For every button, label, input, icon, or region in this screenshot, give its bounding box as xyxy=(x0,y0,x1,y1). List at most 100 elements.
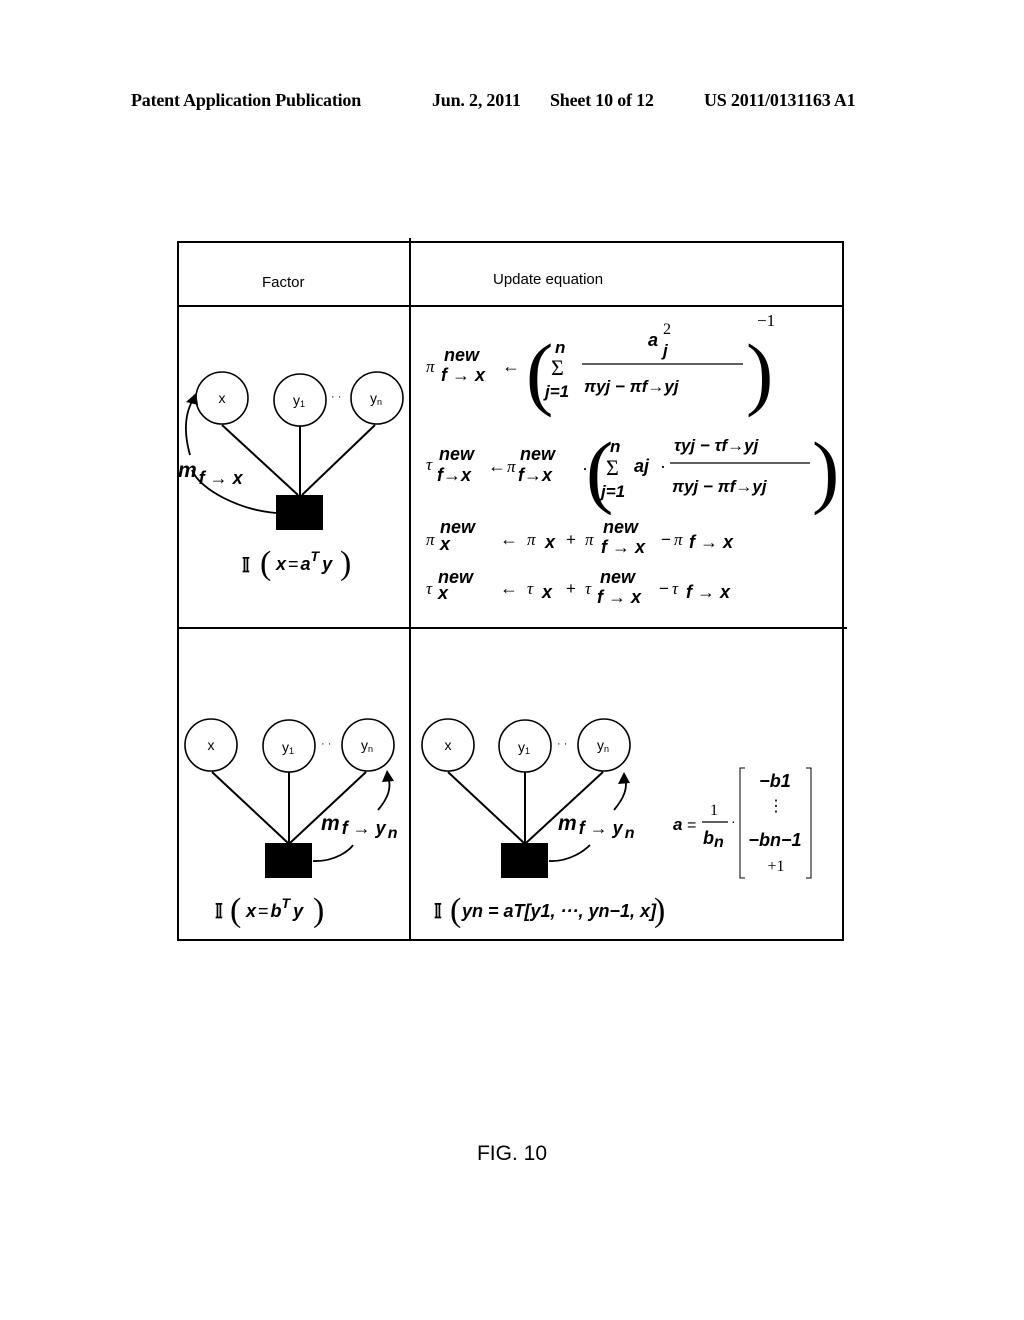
svg-text:π: π xyxy=(527,530,536,549)
svg-text:−1: −1 xyxy=(757,311,775,330)
svg-text:τ: τ xyxy=(585,579,592,598)
vector-entry: ⋮ xyxy=(768,798,784,815)
svg-text:x: x xyxy=(437,583,449,603)
svg-text:+: + xyxy=(566,530,576,549)
left-arrow-icon: ← xyxy=(502,356,520,376)
svg-text:τ: τ xyxy=(426,455,433,474)
big-paren-close: ) xyxy=(812,425,839,516)
svg-text:πyj − πf→yj: πyj − πf→yj xyxy=(672,477,768,496)
svg-text:x: x xyxy=(208,737,215,753)
update-graph-row2: x y1 yn · · mf → yn 𝕀 ( yn = aT[y1, ···,… xyxy=(421,718,665,929)
svg-text:←: ← xyxy=(500,529,518,549)
svg-text:f → x: f → x xyxy=(441,365,486,385)
svg-text:f → x: f → x xyxy=(689,532,734,552)
svg-text:j=1: j=1 xyxy=(599,482,625,501)
svg-text:f→x: f→x xyxy=(518,465,553,485)
equation-pi-x: π new x ← π x + π new f → x − π f → x xyxy=(426,517,734,557)
svg-text:πyj − πf→yj: πyj − πf→yj xyxy=(584,377,680,396)
svg-text:j: j xyxy=(661,341,669,360)
constraint-expression: x = bT y xyxy=(245,895,304,921)
sum-icon: Σ xyxy=(551,355,564,380)
svg-text:(: ( xyxy=(450,892,461,929)
svg-text:·: · xyxy=(660,456,666,476)
svg-text:f → x: f → x xyxy=(601,537,646,557)
vector-entry: −bn−1 xyxy=(748,830,801,850)
message-label: mf → yn xyxy=(558,812,635,842)
svg-text:π: π xyxy=(674,530,683,549)
svg-text:π: π xyxy=(585,530,594,549)
svg-text:x: x xyxy=(439,534,451,554)
factor-node xyxy=(265,843,312,878)
svg-text:new: new xyxy=(444,345,480,365)
equation-pi-f-to-x: π new f → x ← ( n Σ j=1 a 2 j πyj − πf→y… xyxy=(426,311,775,418)
svg-text:τyj − τf→yj: τyj − τf→yj xyxy=(674,436,760,455)
svg-text:x: x xyxy=(541,582,553,602)
svg-text:τ: τ xyxy=(672,579,679,598)
equation-tau-f-to-x: τ new f→x ← π new f→x · ( n Σ j=1 aj · τ… xyxy=(426,425,839,516)
svg-text:π: π xyxy=(426,357,435,376)
paren-close: ) xyxy=(340,545,351,582)
svg-text:2: 2 xyxy=(663,321,671,338)
message-label: mf → yn xyxy=(321,812,398,842)
svg-text:+: + xyxy=(566,579,576,598)
vector-entry: +1 xyxy=(767,858,784,875)
arrowhead-icon xyxy=(186,393,198,405)
constraint-expression: x = aT y xyxy=(275,548,333,574)
edge-yn-factor xyxy=(301,424,376,496)
factor-graph-row2: x y1 yn · · mf → yn 𝕀 ( x = bT y ) xyxy=(184,718,398,929)
svg-text:new: new xyxy=(603,517,639,537)
svg-text:←: ← xyxy=(500,578,518,598)
arrowhead-icon xyxy=(618,772,630,784)
svg-text:): ) xyxy=(313,892,324,929)
arrowhead-icon xyxy=(382,770,394,782)
figure-label: FIG. 10 xyxy=(476,1142,548,1165)
svg-text:): ) xyxy=(654,892,665,929)
svg-text:a: a xyxy=(648,330,658,350)
svg-text:j=1: j=1 xyxy=(543,382,569,401)
svg-text:τ: τ xyxy=(426,579,433,598)
vector-entry: −b1 xyxy=(759,771,791,791)
paren-open: ( xyxy=(260,545,271,582)
svg-text:(: ( xyxy=(230,892,241,929)
svg-text:π: π xyxy=(507,457,516,476)
svg-text:n: n xyxy=(610,437,620,456)
bracket-close xyxy=(806,767,812,879)
indicator-symbol: 𝕀 xyxy=(215,901,223,923)
svg-text:−: − xyxy=(659,579,669,598)
svg-text:aj: aj xyxy=(634,456,650,476)
message-arc xyxy=(312,844,354,862)
svg-text:new: new xyxy=(600,567,636,587)
big-paren-close: ) xyxy=(746,327,773,418)
svg-text:bn: bn xyxy=(703,828,724,851)
svg-text:π: π xyxy=(426,530,435,549)
svg-text:new: new xyxy=(520,444,556,464)
svg-text:a: a xyxy=(673,815,682,834)
big-paren-open: ( xyxy=(526,327,553,418)
svg-text:τ: τ xyxy=(527,579,534,598)
equation-tau-x: τ new x ← τ x + τ new f → x − τ f → x xyxy=(426,567,731,607)
figure-canvas: x y1 yn · · mf → x 𝕀 ( x = aT y ) π new f →… xyxy=(178,311,839,929)
node-x-label: x xyxy=(219,390,226,406)
bracket-open xyxy=(739,767,745,879)
svg-text:=: = xyxy=(687,817,696,834)
svg-text:new: new xyxy=(439,444,475,464)
svg-text:1: 1 xyxy=(710,802,718,819)
svg-text:−: − xyxy=(661,530,671,549)
svg-text:f → x: f → x xyxy=(686,582,731,602)
svg-text:x: x xyxy=(544,532,556,552)
factor-node xyxy=(276,495,323,530)
indicator-symbol: 𝕀 xyxy=(434,901,442,923)
update-equations-row1: π new f → x ← ( n Σ j=1 a 2 j πyj − πf→y… xyxy=(426,311,839,607)
left-arrow-icon: ← xyxy=(488,456,506,476)
factor-graph-row1: x y1 yn · · mf → x 𝕀 ( x = aT y ) xyxy=(178,371,404,582)
svg-text:·: · xyxy=(731,813,736,829)
svg-text:f→x: f→x xyxy=(437,465,472,485)
constraint-expression: yn = aT[y1, ···, yn−1, x] xyxy=(461,901,657,921)
factor-node xyxy=(501,843,548,878)
sum-icon: Σ xyxy=(606,455,619,480)
indicator-symbol: 𝕀 xyxy=(242,555,250,577)
a-definition: a = 1 bn · −b1 ⋮ −bn−1 +1 xyxy=(673,767,812,879)
ellipsis: · · xyxy=(331,391,341,403)
message-arc xyxy=(548,844,591,862)
ellipsis: · · xyxy=(557,738,567,750)
